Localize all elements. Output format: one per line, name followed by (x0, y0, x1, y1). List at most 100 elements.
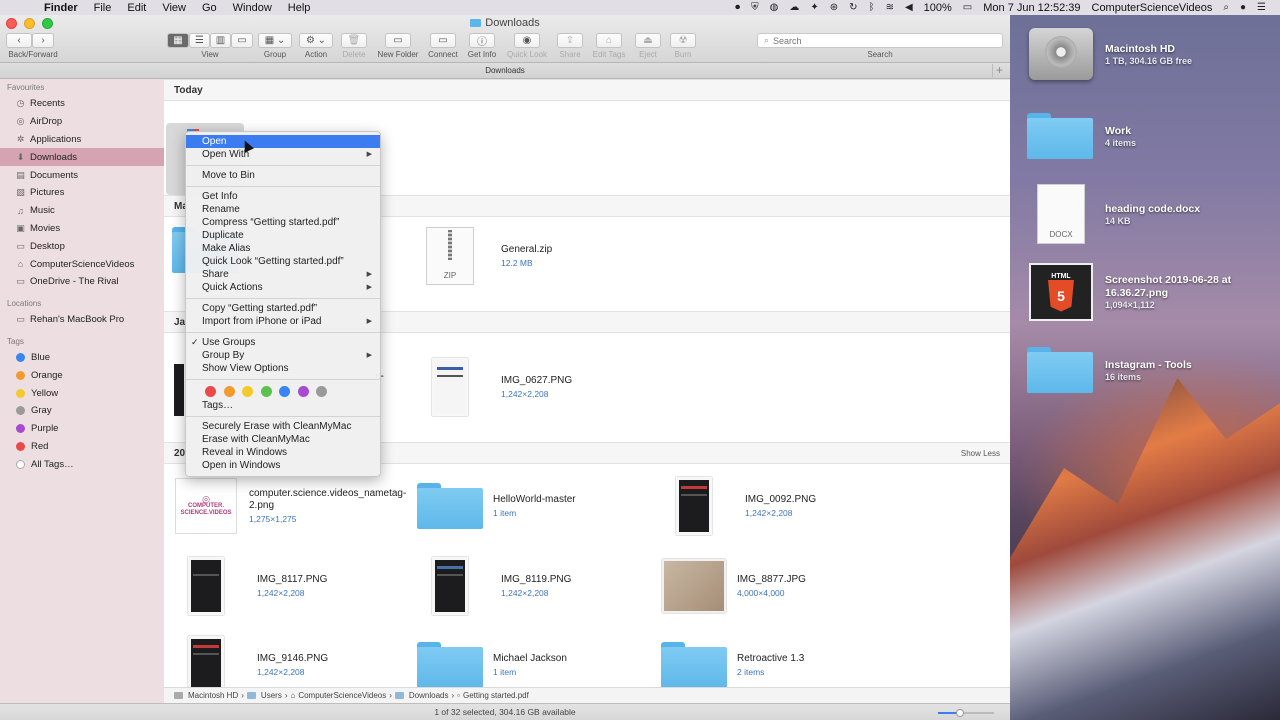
menu-item-compress[interactable]: Compress “Getting started.pdf” (186, 216, 380, 229)
new-folder-button[interactable]: ▭ (385, 33, 411, 48)
menu-item-make-alias[interactable]: Make Alias (186, 242, 380, 255)
sidebar-item-home[interactable]: ⌂ ComputerScienceVideos (0, 255, 164, 273)
file-item-img-8877[interactable]: IMG_8877.JPG 4,000×4,000 (661, 557, 806, 615)
accessibility-icon[interactable]: ⊛ (830, 2, 838, 13)
file-item-img-8119[interactable]: IMG_8119.PNG 1,242×2,208 (424, 557, 571, 615)
creative-cloud-icon[interactable]: ◍ (770, 2, 779, 13)
quick-look-button[interactable]: ◉ (514, 33, 540, 48)
file-item-michael-jackson[interactable]: Michael Jackson 1 item (417, 636, 567, 694)
sidebar-tag-yellow[interactable]: Yellow (0, 384, 164, 402)
file-item-helloworld[interactable]: HelloWorld-master 1 item (417, 477, 576, 535)
cloud-icon[interactable]: ☁ (789, 2, 799, 13)
desktop-item-macintosh-hd[interactable]: Macintosh HD 1 TB, 304.16 GB free (1026, 22, 1192, 86)
path-segment[interactable]: ComputerScienceVideos (298, 691, 386, 700)
cleanmymac-icon[interactable]: ✦ (810, 2, 818, 13)
menu-item-duplicate[interactable]: Duplicate (186, 229, 380, 242)
menu-item-erase[interactable]: Erase with CleanMyMac (186, 433, 380, 446)
sidebar-item-pictures[interactable]: ▧ Pictures (0, 184, 164, 202)
view-gallery-button[interactable]: ▭ (231, 33, 253, 48)
menu-item-open-with[interactable]: Open With ▶ (186, 148, 380, 161)
tab-downloads[interactable]: Downloads (485, 66, 525, 75)
forward-button[interactable]: › (32, 33, 54, 48)
sidebar-tag-all[interactable]: All Tags… (0, 455, 164, 473)
menu-item-copy[interactable]: Copy “Getting started.pdf” (186, 302, 380, 315)
tag-purple-swatch[interactable] (297, 385, 309, 397)
time-machine-icon[interactable]: ↻ (849, 2, 857, 13)
menu-help[interactable]: Help (288, 2, 311, 14)
menu-window[interactable]: Window (233, 2, 272, 14)
sidebar-item-downloads[interactable]: ⬇ Downloads (0, 148, 164, 167)
menubar-user[interactable]: ComputerScienceVideos (1092, 2, 1213, 14)
back-button[interactable]: ‹ (6, 33, 32, 48)
sidebar-tag-red[interactable]: Red (0, 438, 164, 456)
new-tab-button[interactable]: + (992, 64, 1006, 77)
menu-item-show-view-options[interactable]: Show View Options (186, 362, 380, 375)
menu-item-open-windows[interactable]: Open in Windows (186, 459, 380, 472)
connect-button[interactable]: ▭ (430, 33, 456, 48)
edit-tags-button[interactable]: ⌂ (596, 33, 622, 48)
path-segment[interactable]: Users (261, 691, 282, 700)
menu-view[interactable]: View (162, 2, 186, 14)
menu-item-share[interactable]: Share ▶ (186, 268, 380, 281)
menubar-datetime[interactable]: Mon 7 Jun 12:52:39 (983, 2, 1080, 14)
menu-item-move-to-bin[interactable]: Move to Bin (186, 169, 380, 182)
file-item-partial-2[interactable] (174, 364, 184, 416)
battery-percent[interactable]: 100% (924, 2, 952, 14)
group-button[interactable]: ▦ ⌄ (258, 33, 292, 48)
desktop-item-instagram-tools[interactable]: Instagram - Tools 16 items (1026, 338, 1192, 402)
sidebar-item-desktop[interactable]: ▭ Desktop (0, 237, 164, 255)
tag-blue-swatch[interactable] (279, 385, 290, 397)
sidebar-tag-purple[interactable]: Purple (0, 420, 164, 438)
wifi-icon[interactable]: ≋ (886, 2, 894, 13)
action-button[interactable]: ⚙ ⌄ (299, 33, 333, 48)
battery-icon[interactable]: ▭ (963, 2, 972, 13)
menu-item-open[interactable]: Open (186, 135, 380, 148)
file-item-general-zip[interactable]: ZIP General.zip 12.2 MB (424, 227, 552, 285)
path-segment[interactable]: Downloads (409, 691, 449, 700)
sidebar-item-documents[interactable]: ▤ Documents (0, 166, 164, 184)
tag-gray-swatch[interactable] (316, 385, 327, 397)
burn-button[interactable]: ☢ (670, 33, 696, 48)
sidebar-tag-gray[interactable]: Gray (0, 402, 164, 420)
view-icons-button[interactable]: ▦ (167, 33, 189, 48)
menu-app-finder[interactable]: Finder (44, 2, 78, 14)
screen-record-icon[interactable]: ⏺ (735, 2, 740, 13)
tag-red-swatch[interactable] (205, 385, 216, 397)
tag-yellow-swatch[interactable] (242, 385, 253, 397)
menu-item-quick-look[interactable]: Quick Look “Getting started.pdf” (186, 255, 380, 268)
file-item-img-0092[interactable]: IMG_0092.PNG 1,242×2,208 (668, 477, 816, 535)
file-item-retroactive[interactable]: Retroactive 1.3 2 items (661, 636, 804, 694)
sidebar-item-movies[interactable]: ▣ Movies (0, 220, 164, 238)
notification-center-icon[interactable]: ☰ (1257, 2, 1266, 13)
tag-green-swatch[interactable] (260, 385, 272, 397)
get-info-button[interactable]: ⓘ (469, 33, 495, 48)
security-icon[interactable]: ⛨ (751, 2, 759, 13)
icon-size-slider[interactable] (938, 709, 994, 717)
path-segment[interactable]: Getting started.pdf (463, 691, 529, 700)
path-segment[interactable]: Macintosh HD (188, 691, 238, 700)
menu-item-tags[interactable]: Tags… (186, 399, 380, 412)
file-item-img-9146[interactable]: IMG_9146.PNG 1,242×2,208 (180, 636, 328, 694)
spotlight-search-icon[interactable]: ⌕ (1223, 2, 1229, 13)
view-columns-button[interactable]: ▥ (210, 33, 231, 48)
file-item-partial[interactable] (172, 225, 238, 275)
bluetooth-icon[interactable]: ᛒ (869, 2, 875, 13)
share-button[interactable]: ⇪ (557, 33, 583, 48)
menu-file[interactable]: File (94, 2, 112, 14)
sidebar-tag-orange[interactable]: Orange (0, 366, 164, 384)
eject-button[interactable]: ⏏ (635, 33, 661, 48)
sidebar-item-macbook[interactable]: ▭ Rehan's MacBook Pro (0, 311, 164, 329)
desktop-item-work[interactable]: Work 4 items (1026, 104, 1136, 168)
volume-icon[interactable]: ◀︎ (905, 2, 913, 13)
sidebar-item-applications[interactable]: ✲ Applications (0, 131, 164, 149)
search-input[interactable] (773, 35, 974, 46)
menu-item-get-info[interactable]: Get Info (186, 190, 380, 203)
sidebar-item-recents[interactable]: ◷ Recents (0, 95, 164, 113)
file-item-computer-science[interactable]: ◎ COMPUTER. SCIENCE.VIDEOS computer.scien… (174, 477, 406, 535)
sidebar-item-airdrop[interactable]: ◎ AirDrop (0, 113, 164, 131)
menu-item-secure-erase[interactable]: Securely Erase with CleanMyMac (186, 420, 380, 433)
menu-item-use-groups[interactable]: ✓ Use Groups (186, 336, 380, 349)
view-list-button[interactable]: ☰ (189, 33, 210, 48)
menu-item-reveal-windows[interactable]: Reveal in Windows (186, 446, 380, 459)
menu-item-rename[interactable]: Rename (186, 203, 380, 216)
